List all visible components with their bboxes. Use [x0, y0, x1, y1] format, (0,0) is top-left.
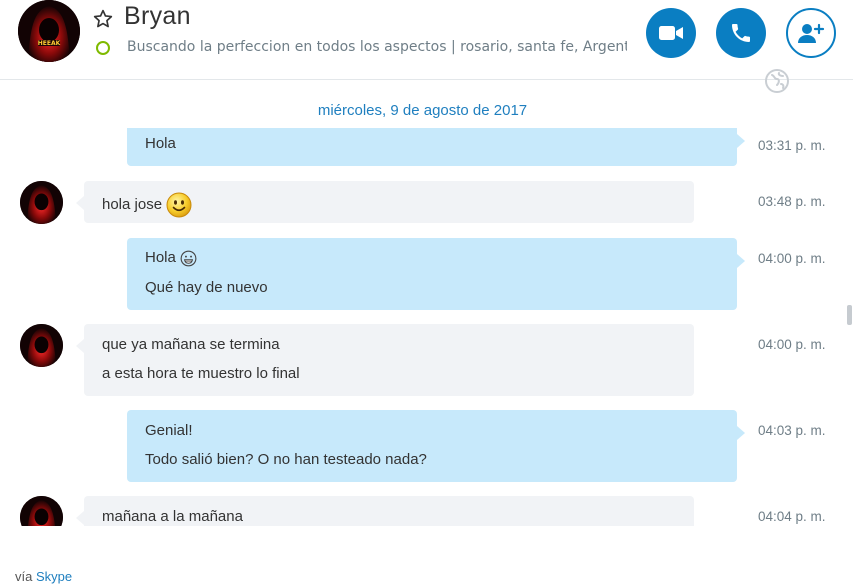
message-text: Todo salió bien? O no han testeado nada? — [145, 451, 427, 468]
globe-icon — [764, 68, 790, 94]
message-timestamp: 04:03 p. m. — [758, 423, 826, 438]
message-timestamp: 03:48 p. m. — [758, 194, 826, 209]
message-bubble-incoming[interactable]: que ya mañana se termina a esta hora te … — [76, 324, 694, 396]
message-timestamp: 04:00 p. m. — [758, 251, 826, 266]
contact-name: Bryan — [124, 2, 191, 30]
message-bubble-outgoing[interactable]: Genial! Todo salió bien? O no han testea… — [127, 410, 745, 482]
message-text: Genial! — [145, 422, 193, 439]
message-timestamp: 04:04 p. m. — [758, 509, 826, 524]
audio-call-button[interactable] — [716, 8, 766, 58]
favorite-star-icon[interactable] — [92, 8, 114, 30]
message-timestamp: 04:00 p. m. — [758, 337, 826, 352]
message-bubble-outgoing[interactable]: Hola Qué hay de nuevo — [127, 238, 745, 310]
chat-header: HEEAK Bryan Buscando la perfeccion en to… — [0, 0, 853, 93]
message-text: a esta hora te muestro lo final — [102, 365, 300, 382]
message-text: mañana a la mañana — [102, 508, 243, 525]
source-attribution: vía Skype — [15, 569, 72, 584]
message-text: hola jose — [102, 192, 192, 218]
contact-avatar[interactable]: HEEAK — [18, 0, 80, 62]
message-bubble-outgoing[interactable]: Hola — [127, 128, 745, 166]
add-person-icon — [798, 23, 825, 43]
sender-avatar[interactable] — [20, 181, 63, 224]
video-camera-icon — [659, 26, 683, 40]
conversation-list[interactable]: Hola 03:31 p. m. hola jose 03:48 p. m. H… — [0, 128, 845, 526]
skype-link[interactable]: Skype — [36, 569, 72, 584]
add-participant-button[interactable] — [786, 8, 836, 58]
sender-avatar[interactable] — [20, 496, 63, 526]
video-call-button[interactable] — [646, 8, 696, 58]
attribution-prefix: vía — [15, 569, 33, 584]
message-text: que ya mañana se termina — [102, 336, 280, 353]
message-bubble-incoming[interactable]: mañana a la mañana — [76, 496, 694, 526]
message-bubble-incoming[interactable]: hola jose — [76, 181, 694, 223]
grin-emoji-icon — [180, 250, 197, 266]
date-separator: miércoles, 9 de agosto de 2017 — [317, 102, 528, 119]
contact-mood-message: Buscando la perfeccion en todos los aspe… — [127, 39, 627, 55]
svg-text:HEEAK: HEEAK — [38, 40, 61, 47]
phone-icon — [732, 24, 750, 42]
sender-avatar[interactable] — [20, 324, 63, 367]
message-timestamp: 03:31 p. m. — [758, 138, 826, 153]
message-text: Qué hay de nuevo — [145, 279, 268, 296]
scrollbar-thumb[interactable] — [847, 305, 852, 325]
presence-status-icon — [96, 41, 110, 55]
message-text: Hola — [145, 249, 197, 267]
message-text: Hola — [145, 135, 176, 152]
smile-emoticon-icon — [166, 192, 192, 218]
